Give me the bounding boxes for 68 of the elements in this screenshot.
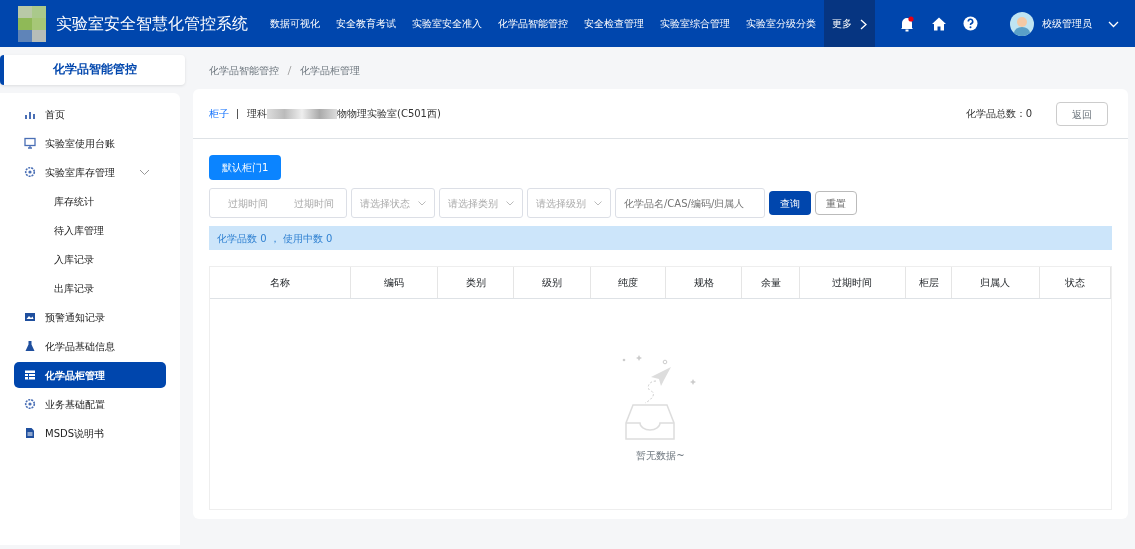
image-icon [24, 311, 36, 323]
nav-tab[interactable]: 化学品智能管控 [490, 0, 576, 47]
column-header: 状态 [1039, 267, 1111, 299]
column-header: 过期时间 [799, 267, 906, 299]
nav-tab[interactable]: 实验室安全准入 [404, 0, 490, 47]
column-header: 级别 [513, 267, 591, 299]
column-header: 类别 [437, 267, 514, 299]
sidebar-item[interactable]: 实验室使用台账 [14, 130, 166, 156]
submenu-item[interactable]: 入库记录 [14, 246, 166, 272]
sidebar-item[interactable]: 化学品基础信息 [14, 333, 166, 359]
submenu-item[interactable]: 出库记录 [14, 275, 166, 301]
location-text: 物物理实验室(C501西) [337, 107, 441, 121]
sidebar-item[interactable]: 预警通知记录 [14, 304, 166, 330]
column-header: 柜层 [905, 267, 952, 299]
submenu-item[interactable]: 库存统计 [14, 188, 166, 214]
column-header: 规格 [665, 267, 742, 299]
sidebar-item[interactable]: 首页 [14, 101, 166, 127]
breadcrumb-item[interactable]: 化学品智能管控 [209, 62, 279, 78]
user-name[interactable]: 校级管理员 [1042, 16, 1092, 31]
nav-tab[interactable]: 安全教育考试 [328, 0, 404, 47]
breadcrumb-item: 化学品柜管理 [300, 63, 360, 78]
submenu-item[interactable]: 待入库管理 [14, 217, 166, 243]
column-header: 归属人 [951, 267, 1040, 299]
summary-text: 化学品数 0 ， 使用中数 0 [217, 231, 333, 246]
chevron-down-icon [506, 200, 514, 206]
nav-tab[interactable]: 数据可视化 [262, 0, 328, 47]
redaction-block [267, 108, 337, 119]
query-button[interactable]: 查询 [769, 191, 811, 215]
chevron-right-icon [860, 18, 867, 30]
column-header: 纯度 [590, 267, 666, 299]
notification-bell-icon[interactable] [899, 15, 915, 32]
total-count: 化学品总数：0 [965, 107, 1032, 121]
breadcrumb-separator-icon [287, 66, 292, 75]
nav-tab[interactable]: 实验室综合管理 [652, 0, 738, 47]
table-icon [24, 369, 36, 381]
nav-tab[interactable]: 实验室分级分类 [738, 0, 824, 47]
nav-tab[interactable]: 更多 [824, 0, 875, 47]
column-header: 编码 [350, 267, 438, 299]
column-header: 名称 [210, 267, 351, 299]
flask-icon [24, 340, 36, 352]
nav-tab[interactable]: 安全检查管理 [576, 0, 652, 47]
sidebar-item[interactable]: 业务基础配置 [14, 391, 166, 417]
column-header: 余量 [741, 267, 800, 299]
gear-icon [24, 398, 36, 410]
help-icon[interactable] [963, 16, 978, 31]
logo-icon [16, 5, 48, 42]
sidebar-item[interactable]: 化学品柜管理 [14, 362, 166, 388]
chevron-down-icon [139, 169, 150, 176]
door-tab[interactable]: 默认柜门1 [209, 155, 282, 180]
sidebar-item[interactable]: 实验室库存管理 [14, 159, 166, 185]
search-field[interactable]: 化学品名/CAS/编码/归属人 [615, 188, 765, 218]
cabinet-label: 柜子 [209, 107, 229, 121]
gear-icon [24, 166, 36, 178]
dropdown-caret-icon[interactable] [1108, 20, 1119, 28]
divider-mark [237, 109, 239, 119]
monitor-icon [24, 137, 36, 149]
chevron-down-icon [594, 200, 602, 206]
document-icon [24, 427, 36, 439]
sidebar-item[interactable]: MSDS说明书 [14, 420, 166, 446]
back-button[interactable]: 返回 [1056, 101, 1108, 126]
chevron-down-icon [418, 200, 426, 206]
avatar-icon[interactable] [1010, 11, 1034, 36]
date-range-field[interactable]: 过期时间 过期时间 [209, 188, 347, 218]
reset-button[interactable]: 重置 [815, 191, 857, 215]
location-text: 理科 [247, 107, 267, 121]
home-icon[interactable] [931, 15, 947, 32]
empty-state-text: 暂无数据~ [636, 449, 685, 463]
app-title: 实验室安全智慧化管控系统 [56, 12, 248, 35]
